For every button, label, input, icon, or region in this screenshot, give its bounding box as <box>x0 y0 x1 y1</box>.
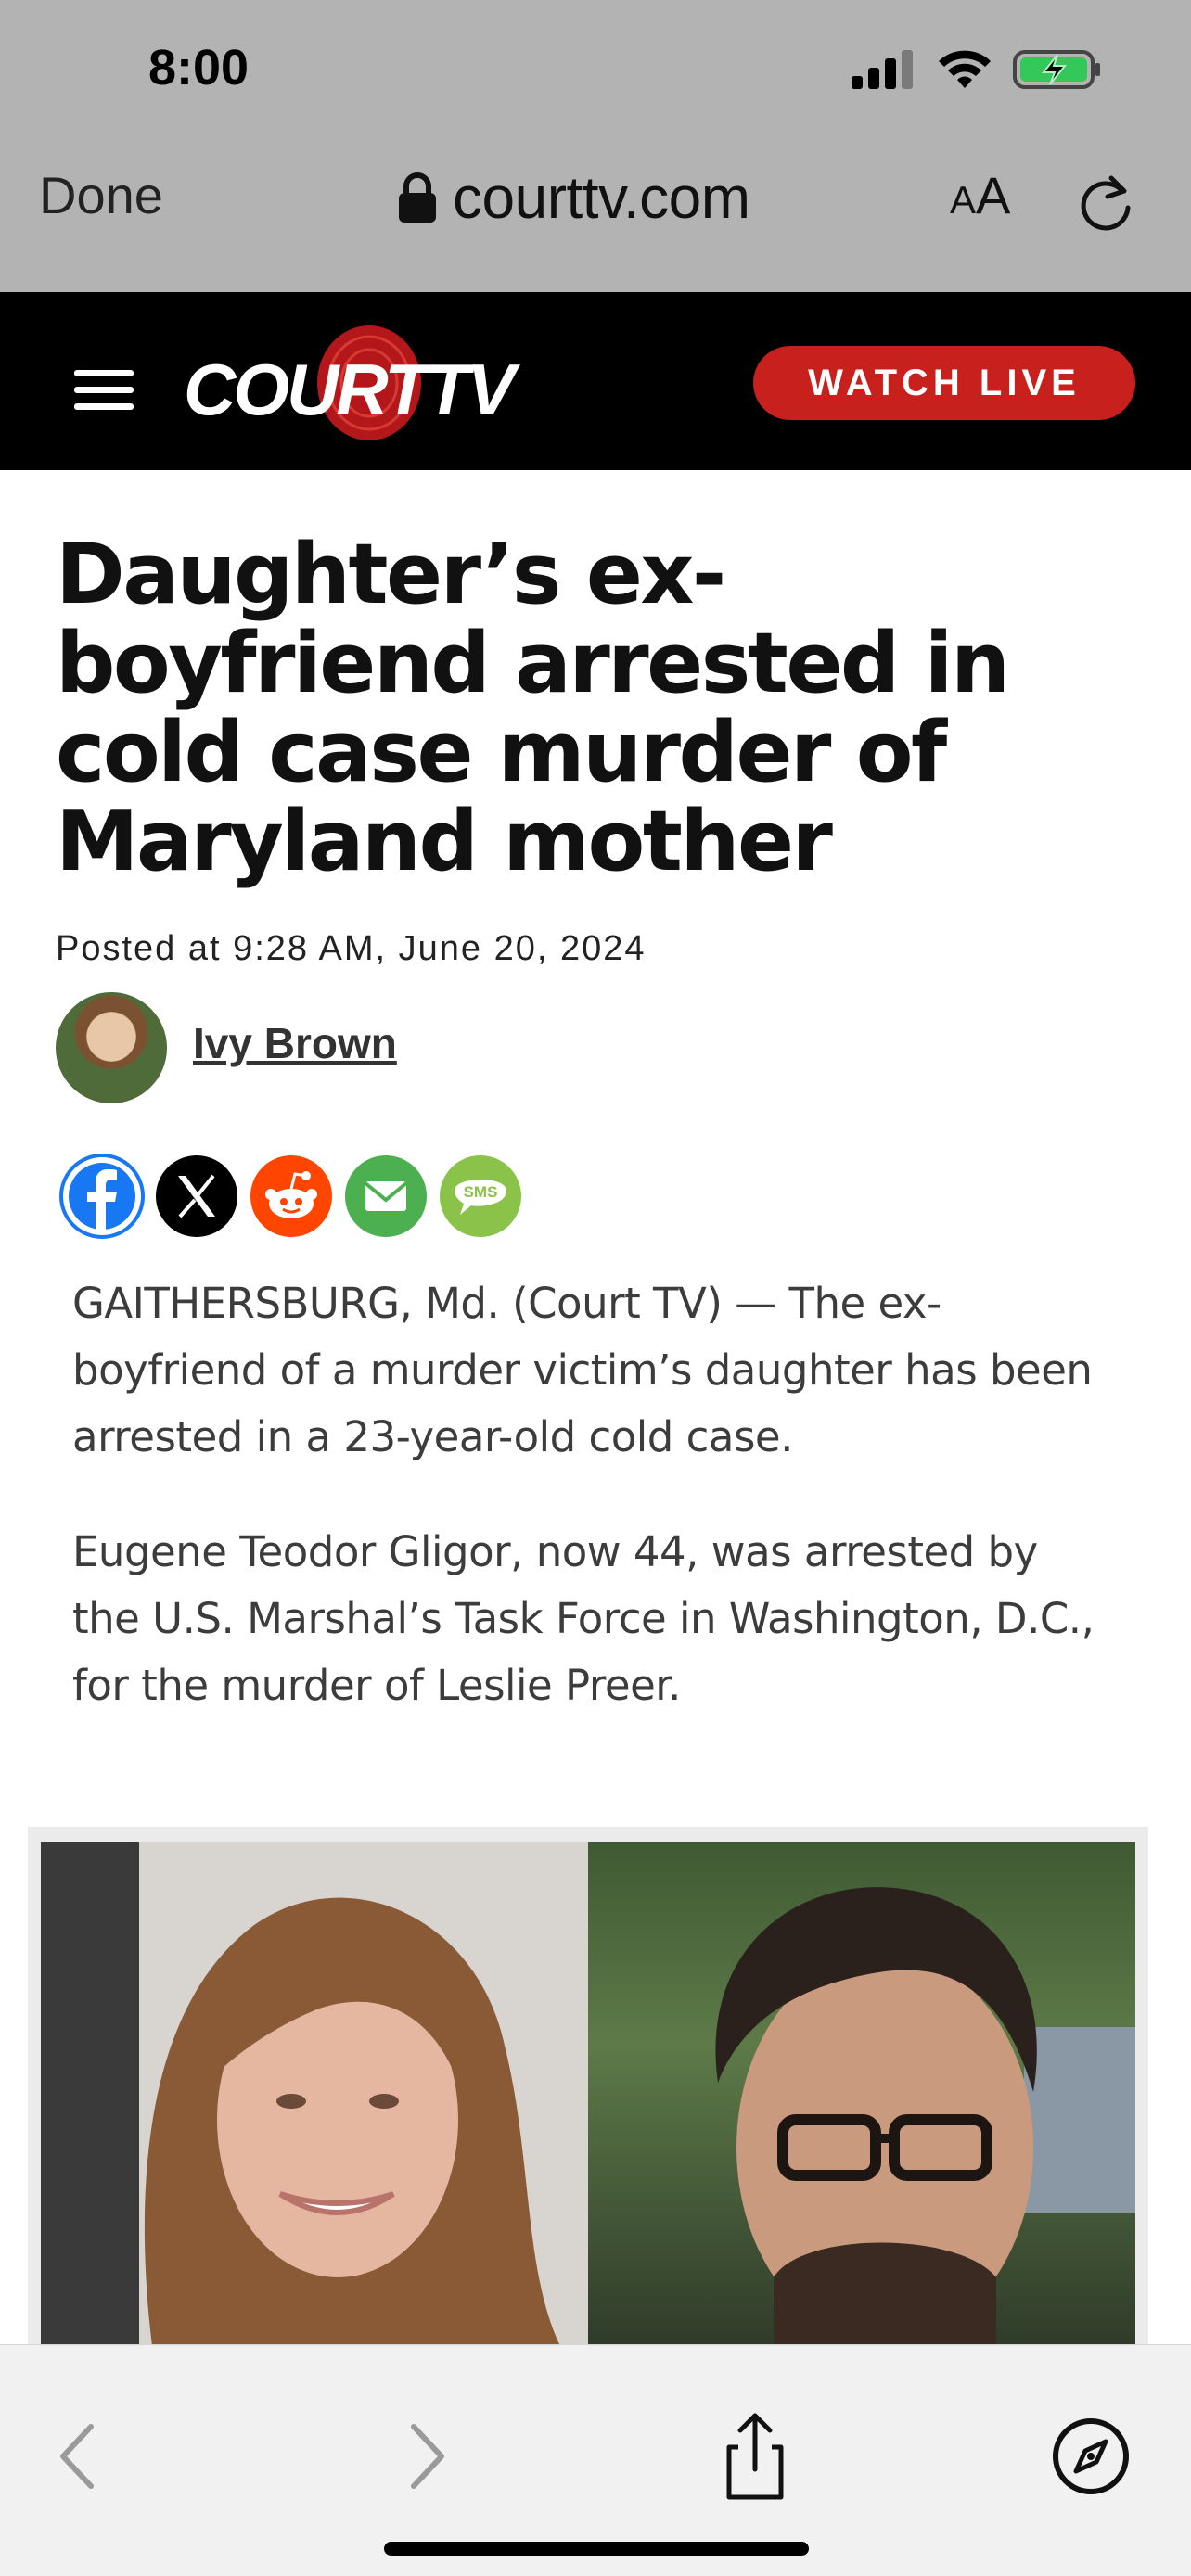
facebook-icon <box>59 1154 145 1239</box>
cellular-signal-icon <box>852 50 913 89</box>
done-button[interactable]: Done <box>39 165 163 225</box>
court-tv-logo[interactable]: COURTTV <box>184 324 516 444</box>
suspect-photo-art <box>715 1887 1135 2346</box>
sms-share-button[interactable]: SMS <box>438 1154 523 1239</box>
reload-icon[interactable] <box>1074 171 1137 234</box>
email-icon <box>345 1155 427 1237</box>
reddit-icon <box>250 1155 332 1237</box>
share-icon[interactable] <box>709 2410 801 2503</box>
forward-icon[interactable] <box>378 2410 471 2503</box>
compass-icon[interactable] <box>1044 2410 1137 2503</box>
text-size-large-a: A <box>976 166 1011 224</box>
menu-icon[interactable] <box>74 370 134 411</box>
x-icon <box>156 1155 237 1237</box>
article-paragraph: Eugene Teodor Gligor, now 44, was arrest… <box>72 1527 1095 1710</box>
victim-photo <box>41 1842 588 2346</box>
url-text: courttv.com <box>453 164 750 231</box>
home-indicator[interactable] <box>384 2542 809 2556</box>
back-icon[interactable] <box>33 2410 126 2503</box>
facebook-share-button[interactable] <box>59 1154 145 1239</box>
article-photo[interactable] <box>28 1827 1148 2346</box>
wifi-icon <box>939 50 991 88</box>
reddit-share-button[interactable] <box>249 1154 334 1239</box>
victim-photo-art <box>144 1897 560 2346</box>
text-size-button[interactable]: AA <box>950 165 1010 225</box>
browser-url-bar: Done courttv.com AA <box>0 139 1191 292</box>
author-link[interactable]: Ivy Brown <box>193 1018 397 1068</box>
article-headline: Daughter’s ex-boyfriend arrested in cold… <box>56 526 1010 890</box>
battery-charging-icon <box>1013 50 1100 89</box>
posted-timestamp: Posted at 9:28 AM, June 20, 2024 <box>56 929 647 968</box>
site-header: COURTTV WATCH LIVE <box>0 292 1191 470</box>
x-share-button[interactable] <box>154 1154 239 1239</box>
watch-live-button[interactable]: WATCH LIVE <box>753 346 1135 420</box>
browser-toolbar <box>0 2344 1191 2576</box>
status-bar: 8:00 <box>0 0 1191 139</box>
article-paragraph: GAITHERSBURG, Md. (Court TV) — The ex-bo… <box>72 1279 1093 1461</box>
lock-icon <box>399 172 436 223</box>
author-avatar[interactable] <box>56 992 167 1103</box>
suspect-photo <box>588 1842 1135 2346</box>
status-icons <box>852 46 1102 93</box>
logo-court-text: COURTTV <box>184 349 516 430</box>
status-time: 8:00 <box>148 40 250 96</box>
email-share-button[interactable] <box>343 1154 429 1239</box>
address-field[interactable]: courttv.com <box>399 163 750 232</box>
share-buttons: SMS <box>59 1154 523 1239</box>
sms-icon: SMS <box>440 1155 521 1237</box>
sms-label: SMS <box>464 1183 498 1201</box>
text-size-small-a: A <box>950 178 977 222</box>
